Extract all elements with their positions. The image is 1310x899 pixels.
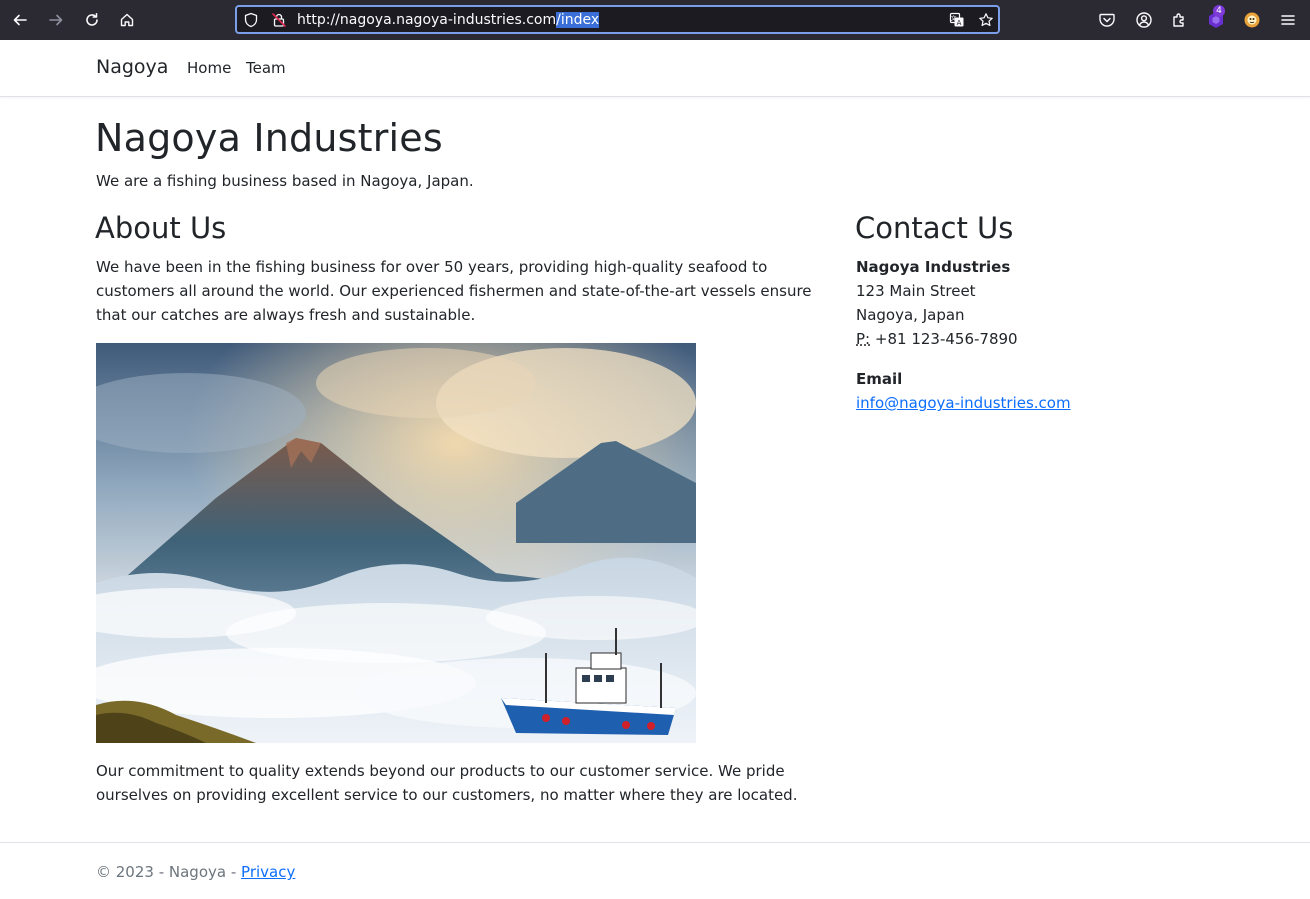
url-path-selected: /index (556, 12, 600, 28)
extensions-puzzle-icon[interactable] (1170, 10, 1190, 30)
svg-text:文: 文 (950, 15, 956, 23)
page-title: Nagoya Industries (95, 116, 443, 160)
contact-address: Nagoya Industries 123 Main Street Nagoya… (856, 255, 1236, 415)
contact-phone: +81 123-456-7890 (874, 330, 1018, 348)
url-bar[interactable]: http://nagoya.nagoya-industries.com/inde… (235, 5, 1000, 34)
footer-copyright: © 2023 - Nagoya - (96, 863, 242, 881)
footer-text: © 2023 - Nagoya - Privacy (96, 863, 295, 881)
contact-street: 123 Main Street (856, 282, 976, 300)
hero-image (96, 343, 696, 743)
contact-heading: Contact Us (855, 211, 1014, 245)
about-paragraph-2: Our commitment to quality extends beyond… (96, 762, 798, 804)
reload-button[interactable] (78, 6, 106, 34)
navbar-brand[interactable]: Nagoya (96, 56, 168, 78)
site-navbar: Nagoya Home Team (0, 40, 1310, 97)
contact-email-heading: Email (856, 370, 903, 388)
extension-avatar-icon[interactable] (1242, 10, 1262, 30)
contact-email-link[interactable]: info@nagoya-industries.com (856, 394, 1071, 412)
url-text[interactable]: http://nagoya.nagoya-industries.com/inde… (297, 11, 600, 29)
insecure-lock-icon[interactable] (271, 12, 287, 28)
contact-city: Nagoya, Japan (856, 306, 965, 324)
about-paragraph-1: We have been in the fishing business for… (96, 258, 812, 324)
reload-icon (86, 13, 98, 26)
contact-phone-row: P: +81 123-456-7890 (856, 327, 1236, 351)
phone-label: P: (856, 330, 871, 348)
page-lead: We are a fishing business based in Nagoy… (96, 172, 474, 190)
footer-privacy-link[interactable]: Privacy (241, 863, 295, 881)
forward-arrow-icon (49, 14, 63, 26)
home-button[interactable] (113, 6, 141, 34)
bookmark-star-icon[interactable] (978, 12, 994, 28)
extension-badge: 4 (1213, 5, 1225, 17)
nav-link-home[interactable]: Home (187, 59, 231, 77)
about-heading: About Us (95, 211, 227, 245)
contact-company: Nagoya Industries (856, 258, 1011, 276)
svg-text:A: A (957, 19, 962, 27)
browser-toolbar: http://nagoya.nagoya-industries.com/inde… (0, 0, 1310, 40)
url-host: http://nagoya.nagoya-industries.com (297, 12, 557, 28)
home-icon (120, 13, 134, 27)
site-footer: © 2023 - Nagoya - Privacy (0, 842, 1310, 899)
menu-hamburger-icon[interactable] (1278, 10, 1298, 30)
back-button[interactable] (6, 6, 34, 34)
forward-button[interactable] (42, 6, 70, 34)
pocket-icon[interactable] (1097, 10, 1117, 30)
translate-icon[interactable]: A文 (949, 12, 965, 28)
account-icon[interactable] (1134, 10, 1154, 30)
shield-icon[interactable] (243, 12, 259, 28)
nav-link-team[interactable]: Team (246, 59, 286, 77)
back-arrow-icon (13, 14, 27, 26)
